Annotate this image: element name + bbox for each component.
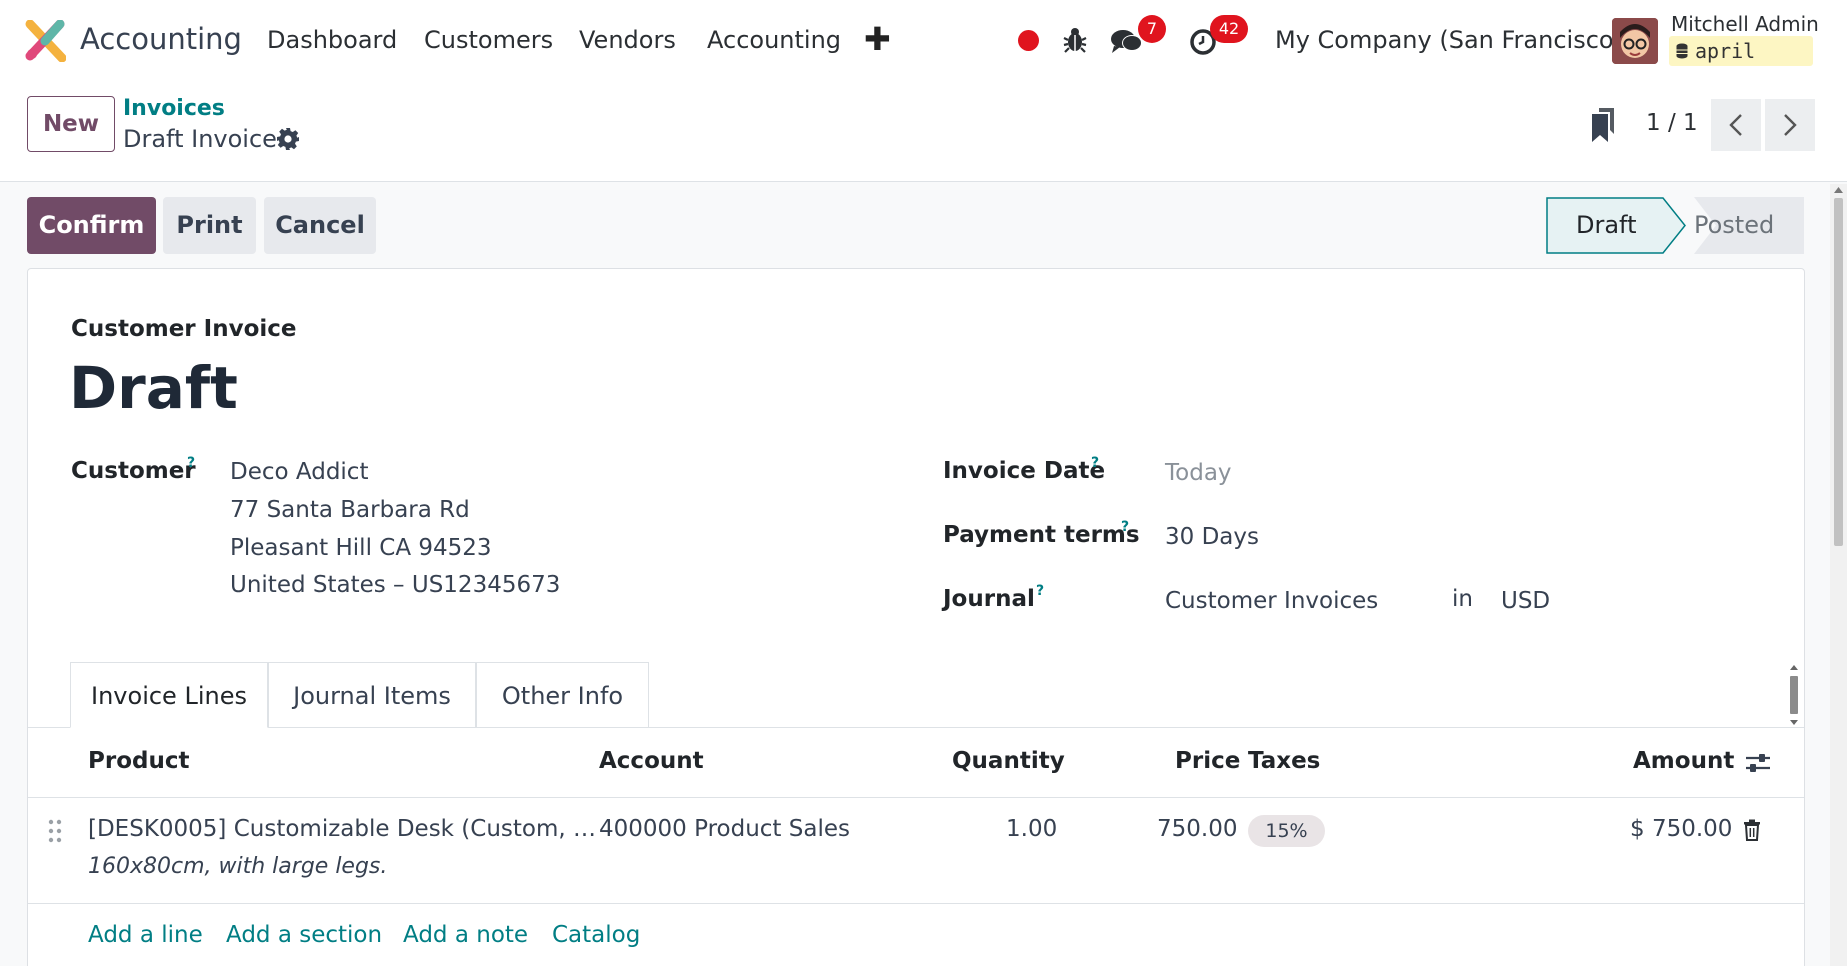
optional-columns-icon[interactable] (1745, 752, 1771, 774)
invoice-date-label: Invoice Date (943, 458, 1106, 484)
drag-handle-icon[interactable] (48, 818, 62, 844)
company-switcher[interactable]: My Company (San Francisco) (1275, 26, 1623, 54)
journal-in-label: in (1452, 586, 1473, 612)
status-bar: Draft Posted (1546, 197, 1804, 254)
app-title[interactable]: Accounting (80, 22, 242, 56)
breadcrumb-invoices[interactable]: Invoices (123, 96, 225, 121)
breadcrumb-current: Draft Invoice (123, 125, 277, 153)
customer-street: 77 Santa Barbara Rd (230, 497, 470, 523)
col-price[interactable]: Price (1175, 748, 1240, 774)
line-account[interactable]: 400000 Product Sales (599, 816, 850, 842)
add-note-link[interactable]: Add a note (403, 922, 528, 948)
line-tax-badge[interactable]: 15% (1248, 815, 1325, 847)
activities-count-badge: 42 (1210, 15, 1248, 43)
page-scrollbar[interactable] (1830, 184, 1847, 966)
top-navbar: Accounting Dashboard Customers Vendors A… (0, 0, 1847, 80)
confirm-button[interactable]: Confirm (27, 197, 156, 254)
customer-country-vat: United States – US12345673 (230, 572, 561, 598)
invoice-date-field[interactable]: Today (1165, 460, 1232, 486)
invoice-type-label: Customer Invoice (71, 316, 297, 342)
currency-field[interactable]: USD (1501, 588, 1550, 614)
tab-other-info[interactable]: Other Info (476, 662, 649, 728)
database-icon (1676, 43, 1688, 59)
messages-count-badge: 7 (1138, 15, 1166, 43)
chevron-right-icon (1784, 114, 1797, 136)
scroll-up-icon[interactable] (1834, 186, 1843, 194)
col-taxes[interactable]: Taxes (1248, 748, 1320, 774)
table-header-divider (28, 797, 1804, 798)
menu-dashboard[interactable]: Dashboard (267, 26, 397, 54)
line-amount: $ 750.00 (1630, 816, 1733, 842)
cancel-button[interactable]: Cancel (264, 197, 376, 254)
gear-icon[interactable] (276, 127, 300, 151)
menu-customers[interactable]: Customers (424, 26, 553, 54)
col-quantity[interactable]: Quantity (952, 748, 1065, 774)
accounting-app-logo-icon[interactable] (24, 20, 66, 62)
customer-city: Pleasant Hill CA 94523 (230, 535, 492, 561)
bookmark-icon[interactable] (1590, 108, 1616, 142)
trash-icon[interactable] (1743, 819, 1761, 841)
invoice-name: Draft (69, 354, 238, 422)
plus-icon[interactable]: ✚ (864, 20, 891, 58)
line-quantity[interactable]: 1.00 (1006, 816, 1057, 842)
pager-value[interactable]: 1 / 1 (1646, 110, 1698, 136)
database-name: april (1695, 39, 1756, 63)
catalog-link[interactable]: Catalog (552, 922, 640, 948)
pager-next-button[interactable] (1765, 99, 1815, 151)
add-section-link[interactable]: Add a section (226, 922, 382, 948)
tab-journal-items[interactable]: Journal Items (268, 662, 476, 728)
line-product[interactable]: [DESK0005] Customizable Desk (Custom, … (88, 816, 596, 842)
pager-previous-button[interactable] (1711, 99, 1761, 151)
menu-vendors[interactable]: Vendors (579, 26, 676, 54)
database-badge: april (1669, 36, 1813, 66)
bug-icon[interactable] (1062, 26, 1088, 54)
journal-field[interactable]: Customer Invoices (1165, 588, 1378, 614)
payment-terms-label: Payment terms (943, 522, 1140, 548)
line-description[interactable]: 160x80cm, with large legs. (88, 854, 387, 879)
table-row-divider (28, 903, 1804, 904)
page-scroll-thumb[interactable] (1834, 198, 1843, 546)
col-account[interactable]: Account (599, 748, 704, 774)
tabs-scrollbar[interactable] (1787, 662, 1801, 728)
customer-name[interactable]: Deco Addict (230, 459, 368, 485)
journal-label: Journal (943, 586, 1035, 612)
user-avatar[interactable] (1612, 18, 1658, 64)
print-button[interactable]: Print (163, 197, 256, 254)
line-price[interactable]: 750.00 (1157, 816, 1237, 842)
chevron-left-icon (1729, 114, 1742, 136)
status-draft[interactable]: Draft (1576, 197, 1637, 254)
payment-terms-help-icon[interactable]: ? (1121, 519, 1129, 535)
user-name[interactable]: Mitchell Admin (1671, 12, 1819, 36)
menu-accounting[interactable]: Accounting (707, 26, 841, 54)
new-button[interactable]: New (27, 96, 115, 152)
add-line-link[interactable]: Add a line (88, 922, 203, 948)
customer-label: Customer (71, 458, 196, 484)
customer-help-icon[interactable]: ? (187, 455, 195, 471)
journal-help-icon[interactable]: ? (1036, 583, 1044, 599)
invoice-date-help-icon[interactable]: ? (1091, 455, 1099, 471)
payment-terms-field[interactable]: 30 Days (1165, 524, 1259, 550)
status-posted[interactable]: Posted (1694, 197, 1804, 254)
recording-dot-icon[interactable] (1018, 30, 1039, 51)
col-amount[interactable]: Amount (1633, 748, 1734, 774)
tab-invoice-lines[interactable]: Invoice Lines (70, 662, 268, 728)
col-product[interactable]: Product (88, 748, 189, 774)
